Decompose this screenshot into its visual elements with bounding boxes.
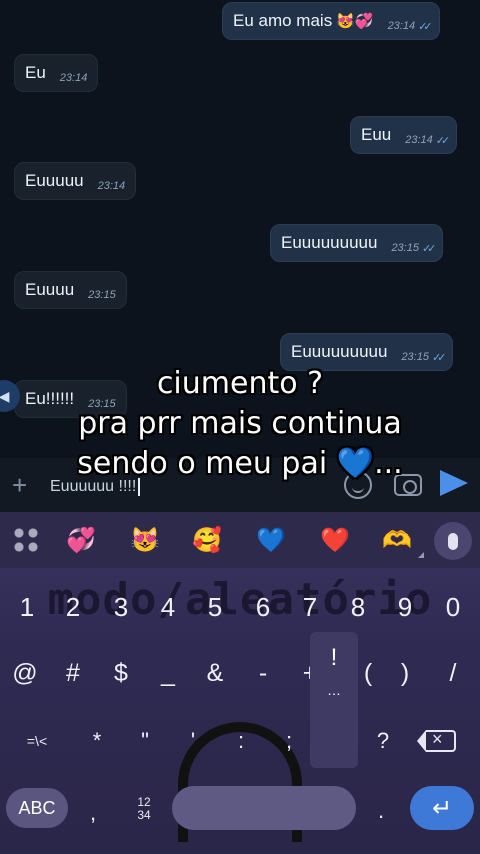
message-incoming[interactable]: Eu!!!!!! 23:15 [14,380,127,418]
key-0[interactable]: 0 [438,592,468,622]
attach-plus-icon[interactable]: + [12,470,27,501]
message-time: 23:14 [59,72,88,84]
message-outgoing[interactable]: Euuuuuuuuu 23:15 ✓✓ [280,333,454,371]
abc-button[interactable]: ABC [6,788,68,828]
message-time: 23:14 [387,20,416,32]
emoji-key[interactable]: ❤️ [320,526,350,555]
key-semicolon[interactable]: ; [274,726,304,756]
key-2[interactable]: 2 [58,592,88,622]
popup-ellipsis[interactable]: … [310,682,358,698]
key-double-quote[interactable]: " [130,726,160,756]
key-period[interactable]: . [378,798,384,824]
message-input[interactable]: Euuuuuu !!!! [50,478,141,496]
message-time: 23:15 [88,398,116,410]
read-ticks-icon: ✓✓ [431,351,447,364]
emoji-picker-icon[interactable] [344,471,372,499]
message-text: Euu [361,125,392,144]
key-question[interactable]: ? [368,726,398,756]
camera-icon[interactable] [394,474,422,496]
message-outgoing[interactable]: Euu 23:14 ✓✓ [350,116,458,154]
key-more-symbols[interactable]: =\< [22,726,52,756]
key-dollar[interactable]: $ [106,658,136,688]
key-close-paren[interactable]: ) [390,658,420,688]
key-slash[interactable]: / [438,658,468,688]
message-outgoing[interactable]: Euuuuuuuuu 23:15 ✓✓ [270,224,444,262]
number-switch-key[interactable]: 12 34 [130,796,158,822]
key-ampersand[interactable]: & [200,658,230,688]
message-text: Euuuu [25,280,75,299]
key-4[interactable]: 4 [153,592,183,622]
message-incoming[interactable]: Eu 23:14 [14,54,99,92]
emoji-grid-icon[interactable] [14,528,38,552]
message-emoji: 😻💞 [336,13,374,30]
emoji-key[interactable]: 🥰 [192,526,222,555]
message-incoming[interactable]: Euuuu 23:15 [14,271,127,309]
message-time: 23:15 [88,289,116,301]
space-bar[interactable] [172,786,356,830]
read-ticks-icon: ✓✓ [418,20,433,33]
key-7[interactable]: 7 [295,592,325,622]
message-time: 23:14 [97,180,126,192]
message-incoming[interactable]: Euuuuu 23:14 [14,162,137,200]
key-1[interactable]: 1 [12,592,42,622]
key-5[interactable]: 5 [200,592,230,622]
key-single-quote[interactable]: ' [178,726,208,756]
emoji-key[interactable]: 😻 [130,526,160,555]
read-ticks-icon: ✓✓ [421,242,437,255]
message-text: Eu [25,63,46,82]
message-text: Euuuuu [25,171,84,190]
key-3[interactable]: 3 [106,592,136,622]
text-caret [138,478,141,496]
key-minus[interactable]: - [248,658,278,688]
popup-exclamation[interactable]: ! [310,644,358,672]
message-text: Eu amo mais [233,11,333,30]
message-outgoing[interactable]: Eu amo mais 😻💞 23:14 ✓✓ [222,2,440,40]
emoji-key[interactable]: 💙 [256,526,286,555]
read-ticks-icon: ✓✓ [435,134,451,147]
virtual-keyboard: 💞 😻 🥰 💙 ❤️ 🫶 modo/aleatório 1 2 3 4 5 6 … [0,512,480,854]
key-hash[interactable]: # [58,658,88,688]
key-8[interactable]: 8 [343,592,373,622]
message-text: Eu!!!!!! [25,389,75,408]
key-colon[interactable]: : [226,726,256,756]
message-text: Euuuuuuuuu [281,233,378,252]
message-time: 23:14 [405,134,433,146]
message-input-value: Euuuuuu !!!! [50,478,137,496]
chat-area: Eu amo mais 😻💞 23:14 ✓✓ Eu 23:14 Euu 23:1… [0,0,480,458]
key-asterisk[interactable]: * [82,726,112,756]
key-popup[interactable]: ! … [310,632,358,768]
message-time: 23:15 [401,351,429,363]
key-comma[interactable]: , [90,800,96,826]
emoji-suggestion-row: 💞 😻 🥰 💙 ❤️ 🫶 [0,512,480,568]
key-at[interactable]: @ [10,658,40,688]
emoji-key[interactable]: 💞 [66,526,96,555]
enter-icon[interactable]: ↵ [410,786,474,830]
message-text: Euuuuuuuuu [291,342,388,361]
message-input-bar: + Euuuuuu !!!! [0,458,480,512]
microphone-icon[interactable] [434,522,472,560]
key-9[interactable]: 9 [390,592,420,622]
backspace-icon[interactable] [417,729,456,752]
key-6[interactable]: 6 [248,592,278,622]
key-underscore[interactable]: _ [153,658,183,688]
send-icon[interactable] [440,470,468,496]
emoji-key[interactable]: 🫶 [382,526,412,555]
more-indicator-icon [418,552,424,558]
message-time: 23:15 [391,242,419,254]
